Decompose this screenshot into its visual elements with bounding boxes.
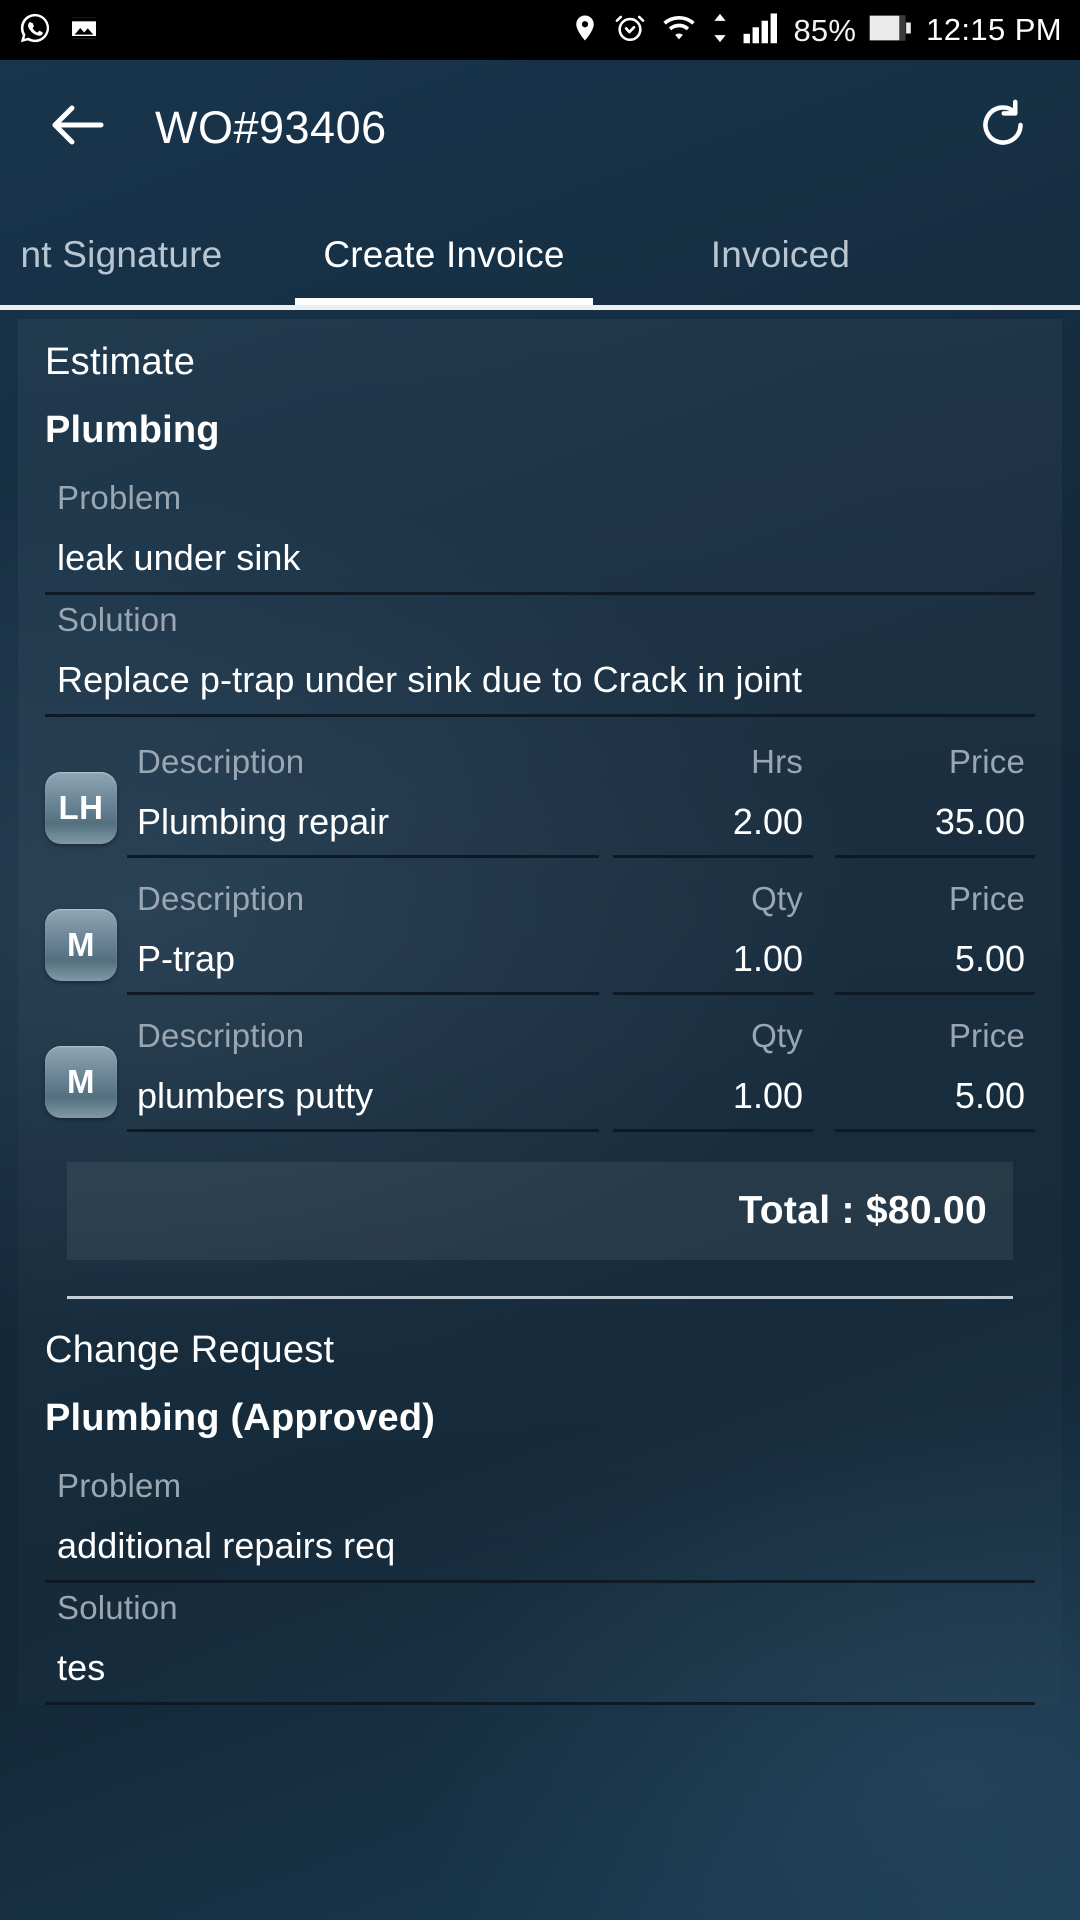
estimate-total-label: Total : $80.00 (738, 1189, 987, 1232)
back-arrow-icon (46, 101, 108, 154)
column-header-price: Price (948, 1017, 1025, 1054)
image-icon (68, 12, 100, 49)
row-spacer (45, 858, 1035, 880)
row-spacer (45, 995, 1035, 1017)
refresh-icon (973, 95, 1033, 160)
line-item-price-input[interactable]: 35.00 (835, 781, 1035, 858)
signal-icon (742, 12, 780, 49)
change-request-solution-field: Solution tes (45, 1589, 1035, 1705)
back-button[interactable] (42, 93, 112, 163)
estimate-card: Estimate Plumbing Problem leak under sin… (18, 319, 1062, 1705)
tab-create-invoice[interactable]: Create Invoice (295, 195, 593, 305)
status-bar-right-icons: 85% 12:15 PM (570, 11, 1062, 50)
wifi-icon (660, 13, 698, 48)
column-header-description: Description (137, 743, 305, 780)
table-row[interactable]: LH Description Plumbing repair Hrs 2.00 (45, 743, 1035, 858)
column-header-description: Description (137, 880, 305, 917)
tab-label: Create Invoice (323, 234, 565, 275)
line-item-description-input[interactable]: P-trap (127, 918, 599, 995)
change-request-title: Plumbing (Approved) (45, 1397, 436, 1439)
line-item-price-input[interactable]: 5.00 (835, 918, 1035, 995)
status-bar-left-icons (18, 11, 100, 50)
app-root: WO#93406 nt Signature Create Invoice Inv… (0, 60, 1080, 1920)
tab-client-signature[interactable]: nt Signature (0, 195, 295, 305)
estimate-section-kicker: Estimate (45, 341, 196, 383)
line-item-qty-input[interactable]: 1.00 (613, 918, 813, 995)
line-item-type-badge[interactable]: M (45, 1046, 117, 1118)
column-header-qty: Qty (751, 1017, 803, 1054)
change-request-problem-label: Problem (57, 1467, 182, 1504)
estimate-problem-field: Problem leak under sink (45, 479, 1035, 595)
table-row[interactable]: M Description plumbers putty Qty 1.00 Pr… (45, 1017, 1035, 1132)
line-item-description-input[interactable]: Plumbing repair (127, 781, 599, 858)
column-header-price: Price (948, 743, 1025, 780)
column-header-hrs: Hrs (751, 743, 803, 780)
line-item-type-badge[interactable]: LH (45, 772, 117, 844)
estimate-solution-field: Solution Replace p-trap under sink due t… (45, 601, 1035, 717)
line-item-description-input[interactable]: plumbers putty (127, 1055, 599, 1132)
location-icon (570, 11, 600, 50)
whatsapp-icon (18, 11, 52, 50)
tab-bar[interactable]: nt Signature Create Invoice Invoiced (0, 195, 1080, 305)
estimate-problem-label: Problem (57, 479, 182, 516)
change-request-problem-input[interactable]: additional repairs req (45, 1505, 1035, 1583)
column-header-description: Description (137, 1017, 305, 1054)
clock-label: 12:15 PM (926, 12, 1062, 47)
data-transfer-icon (711, 11, 729, 50)
line-item-price-input[interactable]: 5.00 (835, 1055, 1035, 1132)
change-request-solution-input[interactable]: tes (45, 1627, 1035, 1705)
estimate-problem-input[interactable]: leak under sink (45, 517, 1035, 595)
column-header-qty: Qty (751, 880, 803, 917)
estimate-total-bar: Total : $80.00 (67, 1162, 1013, 1260)
estimate-section-title: Plumbing (45, 409, 220, 451)
line-item-qty-input[interactable]: 1.00 (613, 1055, 813, 1132)
tab-indicator (0, 298, 295, 305)
battery-percent-label: 85% (793, 12, 857, 48)
change-request-kicker: Change Request (45, 1329, 335, 1371)
app-toolbar: WO#93406 (0, 60, 1080, 195)
tab-indicator (295, 298, 593, 305)
tab-label: Invoiced (710, 234, 851, 275)
refresh-button[interactable] (968, 93, 1038, 163)
tab-label: nt Signature (20, 234, 223, 275)
change-request-problem-field: Problem additional repairs req (45, 1467, 1035, 1583)
tab-invoiced[interactable]: Invoiced (593, 195, 888, 305)
line-item-type-badge[interactable]: M (45, 909, 117, 981)
change-request-solution-label: Solution (57, 1589, 178, 1626)
line-item-hrs-input[interactable]: 2.00 (613, 781, 813, 858)
alarm-icon (613, 11, 647, 50)
page-title: WO#93406 (155, 101, 387, 153)
invoice-content[interactable]: Estimate Plumbing Problem leak under sin… (0, 310, 1080, 1920)
estimate-solution-input[interactable]: Replace p-trap under sink due to Crack i… (45, 639, 1035, 717)
status-bar: 85% 12:15 PM (0, 0, 1080, 60)
table-row[interactable]: M Description P-trap Qty 1.00 Price 5.00 (45, 880, 1035, 995)
estimate-line-items: LH Description Plumbing repair Hrs 2.00 (45, 743, 1035, 1132)
column-header-price: Price (948, 880, 1025, 917)
tab-indicator (593, 298, 888, 305)
tab-bar-divider (0, 305, 1080, 310)
estimate-solution-label: Solution (57, 601, 178, 638)
battery-icon (869, 13, 913, 48)
